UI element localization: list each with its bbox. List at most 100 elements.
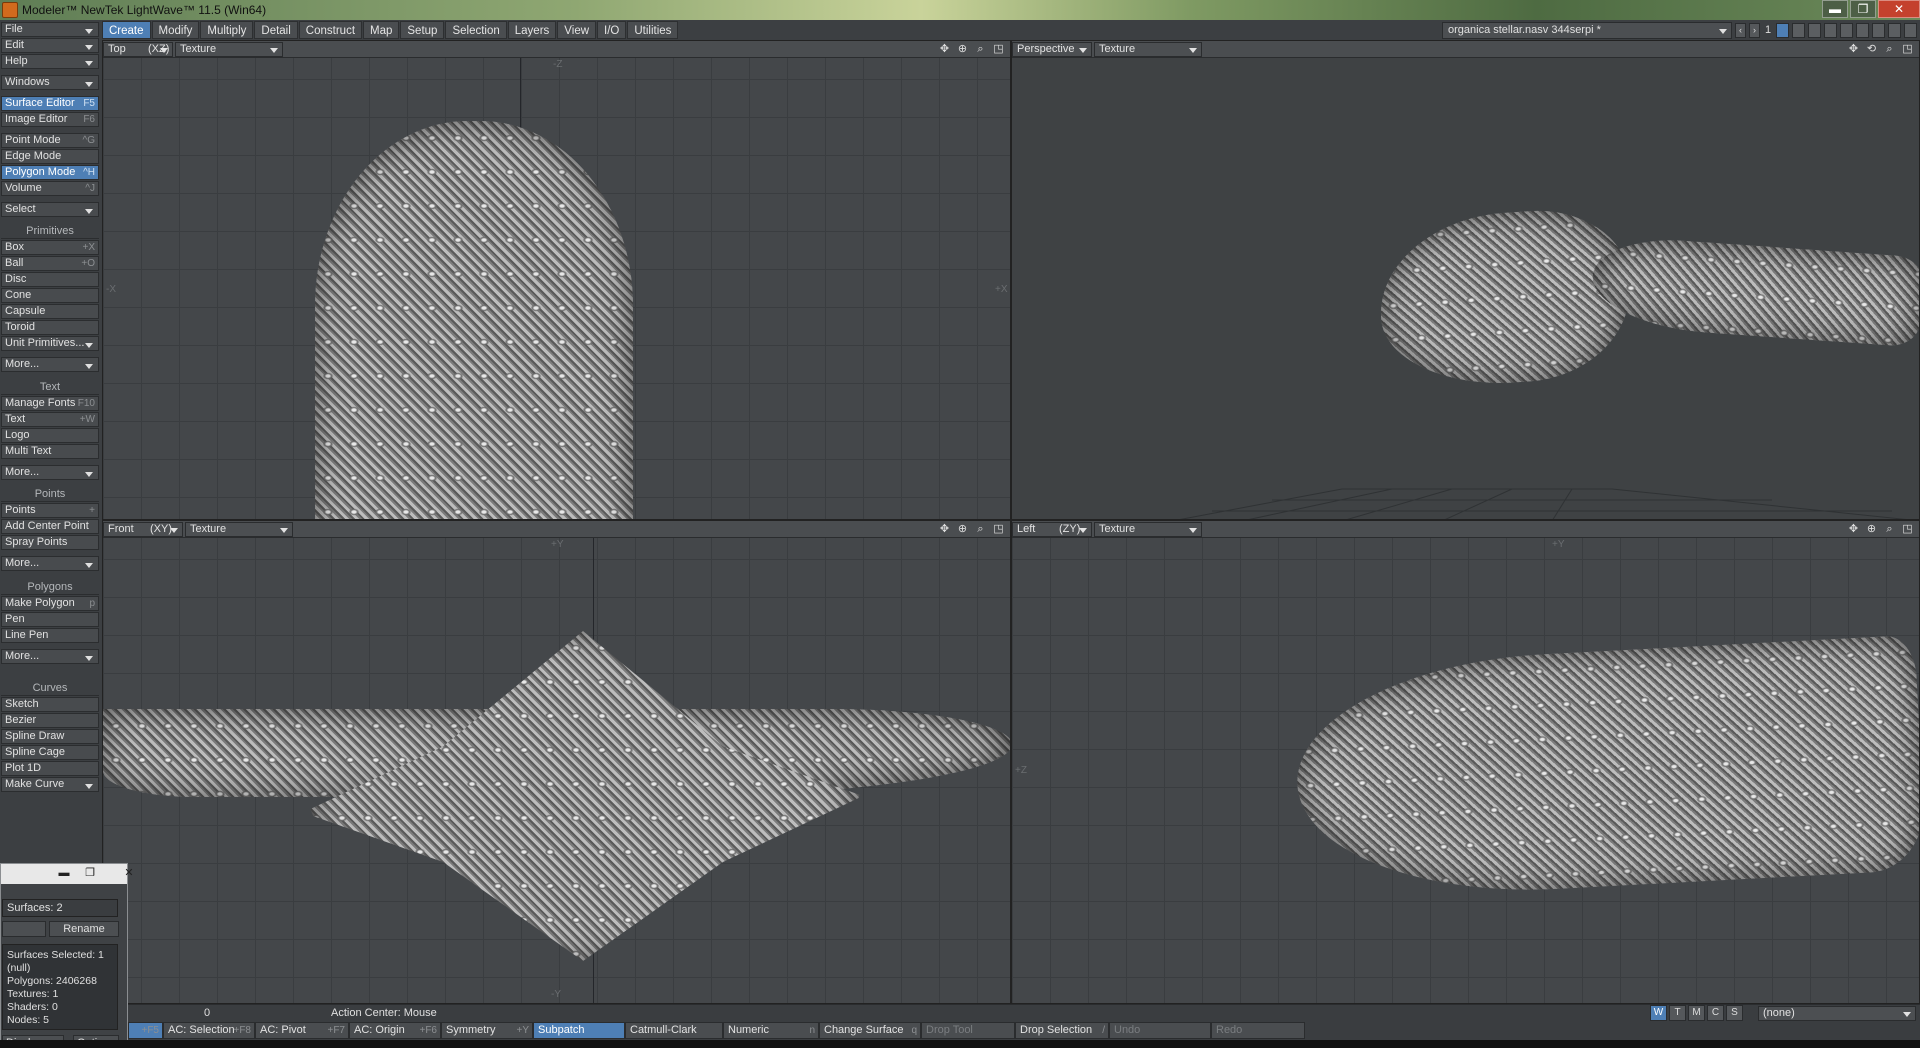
view-type-select[interactable]: Top (XZ) [103, 41, 173, 57]
make-curve-menu[interactable]: Make Curve [1, 777, 99, 792]
edge-mode-button[interactable]: Edge Mode [1, 149, 99, 164]
windows-menu[interactable]: Windows [1, 75, 99, 90]
rotate-view-icon[interactable]: ⊕ [955, 522, 970, 537]
viewport-top[interactable]: Top (XZ) Texture ✥ ⊕ ⌕ ◳ -Z -X +X [102, 40, 1011, 520]
panel-restore-icon[interactable]: ❐ [81, 866, 99, 882]
disc-tool[interactable]: Disc [1, 272, 99, 287]
m-toggle[interactable]: M [1688, 1005, 1705, 1021]
sketch-tool[interactable]: Sketch [1, 697, 99, 712]
tab-i-o[interactable]: I/O [597, 21, 627, 39]
viewport-perspective[interactable]: Perspective Texture ✥ ⟲ ⌕ ◳ [1011, 40, 1920, 520]
layer-slot[interactable] [1856, 22, 1869, 38]
move-view-icon[interactable]: ✥ [1846, 522, 1861, 537]
maximize-viewport-icon[interactable]: ◳ [991, 42, 1006, 57]
zoom-icon[interactable]: ⌕ [973, 42, 988, 57]
points-tool[interactable]: Points + [1, 503, 99, 518]
object-selector[interactable]: organica stellar.nasv 344serpi * [1442, 21, 1732, 39]
unit-primitives-menu[interactable]: Unit Primitives... [1, 336, 99, 351]
logo-tool[interactable]: Logo [1, 428, 99, 443]
select-menu[interactable]: Select [1, 202, 99, 217]
bottom-button-mode[interactable]: +F5 [128, 1022, 163, 1039]
edit-menu[interactable]: Edit [1, 38, 99, 53]
polygon-mode-button[interactable]: Polygon Mode ^H [1, 165, 99, 180]
ball-tool[interactable]: Ball +O [1, 256, 99, 271]
view-type-select[interactable]: Front (XY) [103, 521, 183, 537]
panel-minimize-icon[interactable]: ▬ [55, 866, 73, 882]
viewport-front[interactable]: Front (XY) Texture ✥ ⊕ ⌕ ◳ +Y -Y [102, 520, 1011, 1004]
bottom-button-ac-pivot[interactable]: AC: Pivot +F7 [255, 1022, 349, 1039]
maximize-viewport-icon[interactable]: ◳ [991, 522, 1006, 537]
spline-draw-tool[interactable]: Spline Draw [1, 729, 99, 744]
zoom-icon[interactable]: ⌕ [973, 522, 988, 537]
bottom-button-symmetry[interactable]: Symmetry +Y [441, 1022, 533, 1039]
bottom-button-redo[interactable]: Redo [1211, 1022, 1305, 1039]
plot-1d-tool[interactable]: Plot 1D [1, 761, 99, 776]
bottom-button-drop-tool[interactable]: Drop Tool [921, 1022, 1015, 1039]
surface-editor-button[interactable]: Surface Editor F5 [1, 96, 99, 111]
zoom-icon[interactable]: ⌕ [1882, 522, 1897, 537]
manage-fonts-button[interactable]: Manage Fonts F10 [1, 396, 99, 411]
view-type-select[interactable]: Left (ZY) [1012, 521, 1092, 537]
more-polygons-menu[interactable]: More... [1, 649, 99, 664]
bottom-button-subpatch[interactable]: Subpatch [533, 1022, 625, 1039]
tab-view[interactable]: View [557, 21, 597, 39]
layer-filter-select[interactable]: (none) [1758, 1006, 1916, 1021]
capsule-tool[interactable]: Capsule [1, 304, 99, 319]
s-toggle[interactable]: S [1726, 1005, 1743, 1021]
c-toggle[interactable]: C [1707, 1005, 1724, 1021]
prev-layer-icon[interactable]: ‹ [1735, 22, 1746, 38]
shading-select[interactable]: Texture [175, 41, 283, 57]
volume-button[interactable]: Volume ^J [1, 181, 99, 196]
layer-slot[interactable] [1872, 22, 1885, 38]
tab-create[interactable]: Create [102, 21, 151, 39]
more-primitives-menu[interactable]: More... [1, 357, 99, 372]
bottom-button-undo[interactable]: Undo [1109, 1022, 1211, 1039]
tab-construct[interactable]: Construct [298, 21, 363, 39]
move-view-icon[interactable]: ✥ [937, 522, 952, 537]
move-view-icon[interactable]: ✥ [937, 42, 952, 57]
rename-button[interactable]: Rename [49, 921, 119, 937]
layer-slot[interactable] [1840, 22, 1853, 38]
tab-layers[interactable]: Layers [507, 21, 557, 39]
bezier-tool[interactable]: Bezier [1, 713, 99, 728]
tab-multiply[interactable]: Multiply [200, 21, 254, 39]
bottom-button-ac-origin[interactable]: AC: Origin +F6 [349, 1022, 441, 1039]
t-toggle[interactable]: T [1669, 1005, 1686, 1021]
bottom-button-numeric[interactable]: Numeric n [723, 1022, 819, 1039]
next-layer-icon[interactable]: › [1749, 22, 1760, 38]
layer-slot[interactable] [1808, 22, 1821, 38]
shading-select[interactable]: Texture [185, 521, 293, 537]
spray-points-tool[interactable]: Spray Points [1, 535, 99, 550]
rotate-view-icon[interactable]: ⊕ [1864, 522, 1879, 537]
line-pen-tool[interactable]: Line Pen [1, 628, 99, 643]
layer-slot[interactable] [1824, 22, 1837, 38]
tab-selection[interactable]: Selection [445, 21, 507, 39]
tab-detail[interactable]: Detail [254, 21, 298, 39]
point-mode-button[interactable]: Point Mode ^G [1, 133, 99, 148]
cone-tool[interactable]: Cone [1, 288, 99, 303]
snake-mesh[interactable] [1291, 634, 1919, 903]
make-polygon-tool[interactable]: Make Polygon p [1, 596, 99, 611]
pen-tool[interactable]: Pen [1, 612, 99, 627]
tab-setup[interactable]: Setup [400, 21, 445, 39]
viewport-left[interactable]: Left (ZY) Texture ✥ ⊕ ⌕ ◳ +Y +Z [1011, 520, 1920, 1004]
text-tool[interactable]: Text +W [1, 412, 99, 427]
spline-cage-tool[interactable]: Spline Cage [1, 745, 99, 760]
snake-mesh[interactable] [315, 121, 633, 519]
multi-text-tool[interactable]: Multi Text [1, 444, 99, 459]
tab-modify[interactable]: Modify [151, 21, 200, 39]
close-button[interactable]: ✕ [1878, 0, 1920, 18]
w-toggle[interactable]: W [1650, 1005, 1667, 1021]
tab-utilities[interactable]: Utilities [627, 21, 679, 39]
maximize-viewport-icon[interactable]: ◳ [1900, 522, 1915, 537]
rotate-view-icon[interactable]: ⊕ [955, 42, 970, 57]
layer-slot[interactable] [1792, 22, 1805, 38]
layer-slot[interactable] [1904, 22, 1917, 38]
bottom-button-change-surface[interactable]: Change Surface q [819, 1022, 921, 1039]
tab-map[interactable]: Map [363, 21, 400, 39]
shading-select[interactable]: Texture [1094, 521, 1202, 537]
help-menu[interactable]: Help [1, 54, 99, 69]
file-menu[interactable]: File [1, 22, 99, 37]
layer-slot[interactable] [1888, 22, 1901, 38]
minimize-button[interactable]: ▬ [1822, 0, 1848, 18]
